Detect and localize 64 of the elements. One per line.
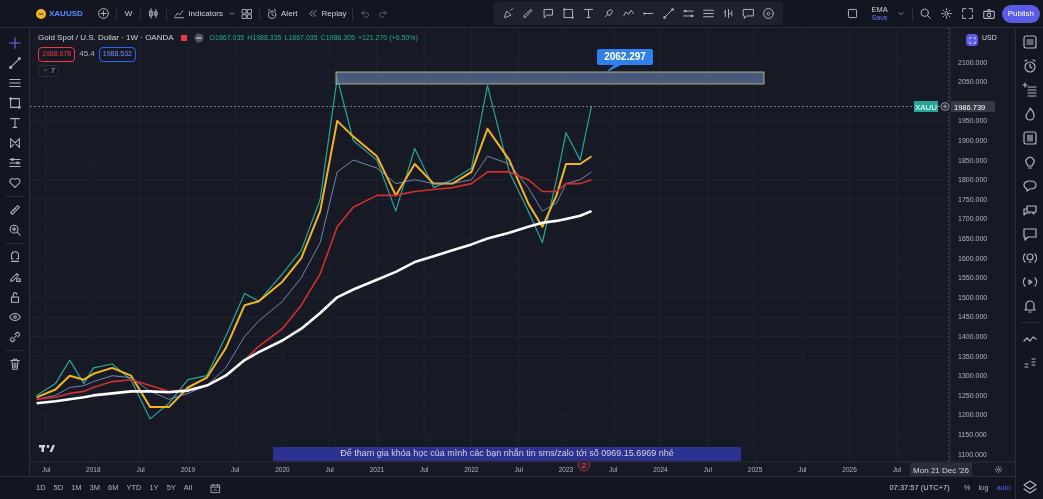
channel-icon[interactable]: [682, 7, 696, 20]
flag-icon[interactable]: [179, 34, 188, 42]
fib-lines-icon[interactable]: [7, 76, 22, 90]
date-range-icon[interactable]: [210, 482, 222, 494]
settings-icon[interactable]: [994, 465, 1003, 474]
chart-icon[interactable]: [173, 7, 186, 20]
camera-icon[interactable]: [981, 6, 996, 21]
broadcast-icon[interactable]: [1021, 250, 1038, 266]
alert-button[interactable]: Alert: [266, 7, 298, 20]
text-icon[interactable]: [7, 116, 22, 130]
chart-title: Gold Spot / U.S. Dollar · 1W · OANDA: [38, 32, 174, 44]
chats-icon[interactable]: [1021, 202, 1038, 218]
line-icon[interactable]: [662, 7, 676, 20]
lines-icon[interactable]: [7, 156, 22, 170]
interval-button[interactable]: W: [122, 7, 135, 20]
chat-icon[interactable]: [1021, 178, 1038, 194]
logo-icon: [39, 445, 55, 452]
alarm-clock-icon[interactable]: [1021, 58, 1038, 74]
annotation: 2062.297: [604, 51, 647, 62]
zoom-in-icon[interactable]: [7, 223, 22, 237]
path-icon[interactable]: [622, 7, 636, 20]
link-icon[interactable]: [7, 330, 22, 344]
list-add-icon[interactable]: [1021, 82, 1038, 98]
crosshair-time-label: Mon 21 Dec '26: [910, 463, 972, 476]
parallel-lines-icon[interactable]: [702, 7, 716, 20]
keypad-icon[interactable]: [1021, 130, 1038, 146]
ruler-icon[interactable]: [7, 203, 22, 217]
fullscreen-icon[interactable]: [960, 7, 974, 20]
watchlist-icon[interactable]: [1021, 34, 1038, 50]
trend-line-icon[interactable]: [7, 56, 22, 70]
pin-icon[interactable]: [602, 7, 616, 20]
rectangle-icon[interactable]: [7, 96, 22, 110]
pen-icon[interactable]: [502, 7, 516, 20]
spread-value: 45.4: [79, 48, 95, 61]
rectangle-icon[interactable]: [562, 7, 576, 20]
publish-button[interactable]: Publish: [1001, 4, 1040, 23]
candles-icon[interactable]: [147, 7, 161, 20]
caption-banner: Để tham gia khóa học của mình các bạn nhắn tin sms/zalo tới số 0969.15.6969 nhé: [273, 447, 741, 461]
templates-icon[interactable]: [241, 7, 254, 20]
symbol-tag: XAUU: [914, 101, 938, 112]
layers-icon[interactable]: [1021, 479, 1038, 495]
trash-icon[interactable]: [7, 357, 22, 371]
eye-icon[interactable]: [7, 310, 22, 324]
replay-button[interactable]: Replay: [307, 7, 347, 20]
indicators-button[interactable]: Indicators: [173, 7, 224, 20]
coin-icon: [36, 8, 46, 19]
fit-button[interactable]: [966, 34, 978, 46]
settings-icon[interactable]: [939, 7, 953, 20]
comment-icon[interactable]: [742, 7, 756, 20]
alarm-clock-icon[interactable]: [266, 7, 279, 20]
rewind-icon[interactable]: [307, 8, 319, 19]
heart-icon[interactable]: [7, 176, 22, 190]
text-icon[interactable]: [582, 7, 596, 20]
search-icon[interactable]: [918, 7, 932, 20]
callout-icon[interactable]: [542, 7, 556, 20]
symbol-button[interactable]: XAUUSD: [36, 7, 83, 20]
target-icon[interactable]: [762, 7, 776, 20]
minus-circle-icon[interactable]: [193, 33, 204, 43]
pencil-lock-icon[interactable]: [7, 270, 22, 284]
plus-circle-icon[interactable]: [96, 7, 110, 20]
pattern-icon[interactable]: [7, 136, 22, 150]
comment-icon[interactable]: [1021, 226, 1038, 242]
add-circle-icon[interactable]: [940, 102, 950, 111]
square-icon[interactable]: [846, 7, 860, 20]
